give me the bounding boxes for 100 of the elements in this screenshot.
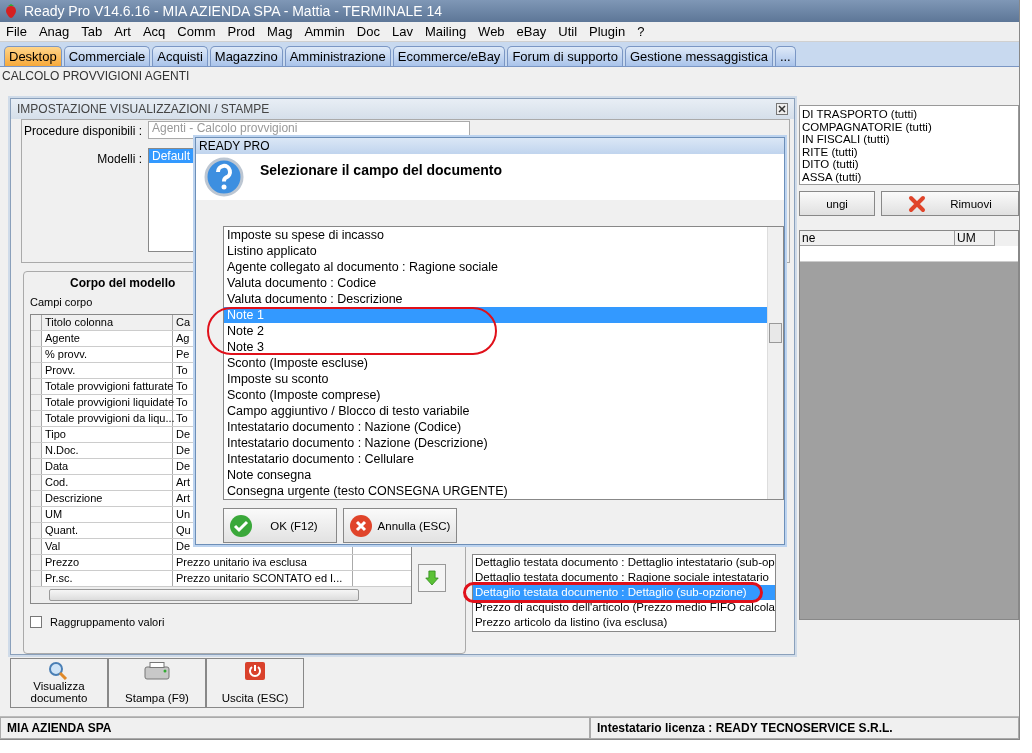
- menu-item[interactable]: Doc: [350, 24, 386, 39]
- table-cell: Totale provvigioni fatturate: [42, 379, 173, 394]
- tab[interactable]: Commerciale: [63, 46, 151, 66]
- ok-button[interactable]: OK (F12): [223, 508, 337, 543]
- list-item[interactable]: COMPAGNATORIE (tutti): [802, 120, 1018, 133]
- list-item[interactable]: ASSA (tutti): [802, 170, 1018, 183]
- window-title: Ready Pro V14.6.16 - MIA AZIENDA SPA - Mattia - TERMINALE 14: [24, 3, 443, 19]
- tab[interactable]: Forum di supporto: [507, 46, 623, 66]
- tab[interactable]: Ecommerce/eBay: [392, 46, 506, 66]
- row-header[interactable]: [31, 571, 42, 586]
- close-icon: [349, 513, 373, 538]
- move-down-button[interactable]: [418, 564, 446, 592]
- list-item[interactable]: Dettaglio testata documento : Ragione sociale intestatario: [472, 570, 775, 585]
- scrollbar[interactable]: [767, 227, 783, 499]
- add-button[interactable]: ungi: [799, 191, 875, 216]
- list-item[interactable]: DI TRASPORTO (tutti): [802, 108, 1018, 121]
- row-header[interactable]: [31, 427, 42, 442]
- list-item[interactable]: Imposte su spese di incasso: [224, 227, 385, 243]
- row-header[interactable]: [31, 331, 42, 346]
- field-list[interactable]: [223, 226, 784, 500]
- menu-item[interactable]: eBay: [510, 24, 553, 39]
- table-cell: Descrizione: [42, 491, 173, 506]
- menu-item[interactable]: Mag: [261, 24, 299, 39]
- tab[interactable]: Desktop: [4, 46, 62, 66]
- list-item[interactable]: Valuta documento : Codice: [224, 275, 377, 291]
- menu-item[interactable]: Lav: [385, 24, 419, 39]
- status-text: MIA AZIENDA SPA: [0, 717, 590, 739]
- row-header[interactable]: [31, 539, 42, 554]
- filter-list[interactable]: DI TRASPORTO (tutti) COMPAGNATORIE (tutti) IN FISCALI (tutti) RITE (tutti) DITO (tutti) ASSA (tutti): [799, 105, 1019, 185]
- list-item[interactable]: DITO (tutti): [802, 158, 1018, 171]
- row-header[interactable]: [31, 491, 42, 506]
- menu-item[interactable]: Mailing: [418, 24, 473, 39]
- close-icon: [778, 105, 786, 113]
- tab[interactable]: Amministrazione: [284, 46, 391, 66]
- cancel-button[interactable]: Annulla (ESC): [343, 508, 457, 543]
- list-item[interactable]: Agente collegato al documento : Ragione sociale: [224, 259, 498, 275]
- menu-item[interactable]: Art: [108, 24, 137, 39]
- magnifier-icon: [48, 662, 70, 680]
- window-title: IMPOSTAZIONE VISUALIZZAZIONI / STAMPE: [17, 102, 270, 116]
- row-header[interactable]: [31, 363, 42, 378]
- table-cell: Val: [42, 539, 173, 554]
- menu-item[interactable]: Comm: [171, 24, 222, 39]
- list-item[interactable]: Prezzo articolo da listino (iva esclusa): [472, 615, 775, 630]
- table-cell: Prezzo unitario SCONTATO ed I...: [173, 571, 353, 586]
- strawberry-icon: [4, 3, 18, 19]
- down-arrow-icon: [425, 568, 439, 588]
- table-cell: Cod.: [42, 475, 173, 490]
- print-button[interactable]: Stampa (F9): [108, 658, 206, 708]
- menu-item[interactable]: Util: [552, 24, 584, 39]
- tab[interactable]: Acquisti: [152, 46, 208, 66]
- table-cell: Pr.sc.: [42, 571, 173, 586]
- field-label: Campi corpo: [30, 296, 93, 308]
- menu-item[interactable]: Plugin: [583, 24, 632, 39]
- row-header[interactable]: [31, 395, 42, 410]
- row-header[interactable]: [31, 443, 42, 458]
- power-icon: [245, 662, 265, 680]
- close-button[interactable]: [776, 103, 788, 115]
- list-item[interactable]: Valuta documento : Descrizione: [224, 291, 403, 307]
- menu-item[interactable]: Acq: [136, 24, 172, 39]
- menu-item[interactable]: Prod: [221, 24, 262, 39]
- printer-icon: [144, 662, 170, 680]
- row-header[interactable]: [31, 475, 42, 490]
- dialog-heading: Selezionare il campo del documento: [260, 162, 502, 178]
- menu-item[interactable]: Tab: [75, 24, 109, 39]
- scrollbar[interactable]: [31, 587, 411, 603]
- table-cell: Data: [42, 459, 173, 474]
- view-button[interactable]: Visualizza documento: [10, 658, 108, 708]
- list-item[interactable]: IN FISCALI (tutti): [802, 133, 1018, 146]
- check-icon: [229, 513, 253, 538]
- list-item[interactable]: Dettaglio testata documento : Dettaglio intestatario (sub-op: [472, 555, 775, 570]
- remove-button[interactable]: Rimuovi: [881, 191, 1019, 216]
- tab[interactable]: Gestione messaggistica: [624, 46, 773, 66]
- table-cell: Prezzo: [42, 555, 173, 570]
- row-header[interactable]: [31, 411, 42, 426]
- row-header[interactable]: [31, 507, 42, 522]
- list-item[interactable]: Listino applicato: [224, 243, 317, 259]
- list-item[interactable]: Prezzo di acquisto dell'articolo (Prezzo medio FIFO calcola: [472, 600, 775, 615]
- checkbox[interactable]: [30, 616, 42, 628]
- tab[interactable]: ...: [774, 46, 796, 66]
- grid-row[interactable]: [800, 246, 1018, 262]
- table-cell: Prezzo unitario iva esclusa: [173, 555, 353, 570]
- menu-item[interactable]: File: [0, 24, 33, 39]
- table-cell: UM: [42, 507, 173, 522]
- checkbox-label: Raggruppamento valori: [50, 616, 165, 628]
- menu-item[interactable]: ?: [631, 24, 651, 39]
- menu-item[interactable]: Ammin: [298, 24, 351, 39]
- row-header[interactable]: [31, 555, 42, 570]
- tab[interactable]: Magazzino: [209, 46, 283, 66]
- table-cell: Totale provvigioni liquidate: [42, 395, 173, 410]
- row-header[interactable]: [31, 379, 42, 394]
- table-cell: Provv.: [42, 363, 173, 378]
- column-header: Titolo colonna: [42, 315, 173, 330]
- table-cell: Quant.: [42, 523, 173, 538]
- menu-item[interactable]: Anag: [32, 24, 76, 39]
- list-item[interactable]: RITE (tutti): [802, 145, 1018, 158]
- menu-item[interactable]: Web: [472, 24, 511, 39]
- row-header[interactable]: [31, 347, 42, 362]
- exit-button[interactable]: Uscita (ESC): [206, 658, 304, 708]
- row-header[interactable]: [31, 459, 42, 474]
- row-header[interactable]: [31, 523, 42, 538]
